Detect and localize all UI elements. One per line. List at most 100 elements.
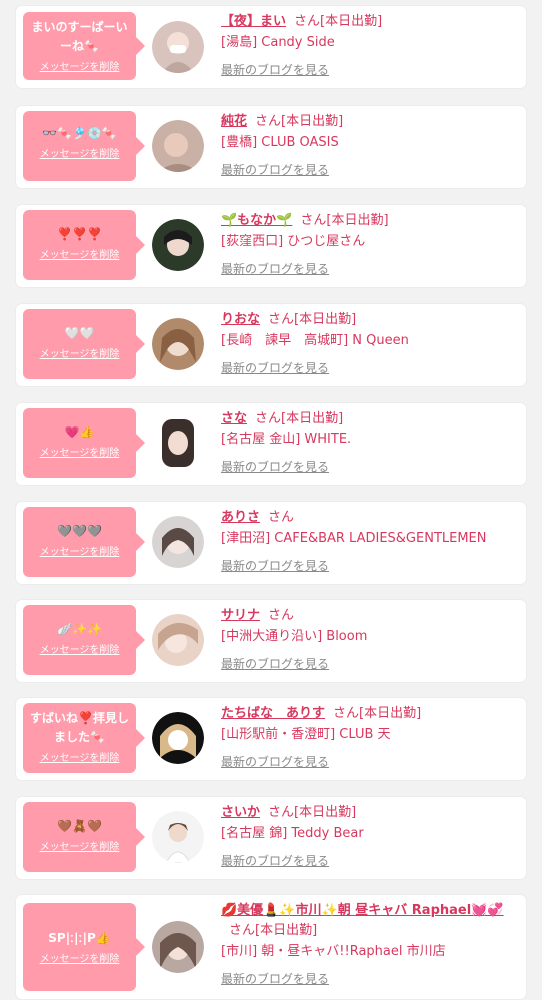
name-line: サリナ さん (221, 606, 518, 626)
girl-avatar-icon[interactable] (152, 516, 204, 568)
latest-blog-link[interactable]: 最新のブログを見る (221, 655, 329, 672)
girl-avatar-icon[interactable] (152, 417, 204, 469)
list-item: SP|ː|ː|P👍 メッセージを削除 💋美優💄✨市川✨朝 昼キャバ Raphae… (16, 895, 526, 999)
message-bubble: ❣️❣️❣️ メッセージを削除 (23, 210, 145, 280)
status-badge: [本日出勤] (255, 923, 318, 938)
girl-info: 純花 さん[本日出勤] [豊橋] CLUB OASIS 最新のブログを見る (221, 112, 518, 178)
message-text: すばいね❣️拝見しました🍬 (30, 711, 129, 744)
message-bubble: すばいね❣️拝見しました🍬 メッセージを削除 (23, 703, 145, 773)
delete-message-link[interactable]: メッセージを削除 (23, 145, 136, 160)
girl-name-link[interactable]: さな (221, 411, 247, 426)
list-item: ❣️❣️❣️ メッセージを削除 🌱もなか🌱 さん[本日出勤] [荻窪西口] ひつじ… (16, 205, 526, 287)
status-badge: [本日出勤] (320, 14, 383, 29)
list-item: 🩶🩶🩶 メッセージを削除 ありさ さん [津田沼] CAFE&BAR LADIES… (16, 502, 526, 584)
honorific: さん (268, 608, 295, 623)
name-line: りおな さん[本日出勤] (221, 310, 518, 330)
shop-name: [中洲大通り沿い] Bloom (221, 629, 368, 644)
message-text: 💗👍 (64, 425, 95, 439)
delete-message-link[interactable]: メッセージを削除 (23, 543, 136, 558)
name-line: 💋美優💄✨市川✨朝 昼キャバ Raphael💓💞 さん[本日出勤] (221, 901, 518, 941)
honorific: さん (294, 14, 321, 29)
delete-message-link[interactable]: メッセージを削除 (23, 345, 136, 360)
honorific: さん (229, 923, 256, 938)
message-text: 👓🍬🎐💿🍬 (42, 126, 117, 140)
message-bubble: まいのすーぱーいーね🍬 メッセージを削除 (23, 12, 145, 80)
girl-info: 💋美優💄✨市川✨朝 昼キャバ Raphael💓💞 さん[本日出勤] [市川] 朝・… (221, 901, 518, 987)
girl-avatar-icon[interactable] (152, 219, 204, 271)
delete-message-link[interactable]: メッセージを削除 (23, 950, 136, 965)
girl-info: りおな さん[本日出勤] [長崎 諫早 高城町] N Queen 最新のブログを見… (221, 310, 518, 376)
message-text: まいのすーぱーいーね🍬 (31, 20, 128, 53)
honorific: さん (255, 411, 282, 426)
status-badge: [本日出勤] (281, 114, 344, 129)
girl-info: サリナ さん [中洲大通り沿い] Bloom 最新のブログを見る (221, 606, 518, 672)
girl-info: さいか さん[本日出勤] [名古屋 錦] Teddy Bear 最新のブログを見る (221, 803, 518, 869)
shop-name: [津田沼] CAFE&BAR LADIES&GENTLEMEN (221, 531, 487, 546)
girl-avatar-icon[interactable] (152, 318, 204, 370)
message-bubble: 🩶🩶🩶 メッセージを削除 (23, 507, 145, 577)
delete-message-link[interactable]: メッセージを削除 (23, 246, 136, 261)
latest-blog-link[interactable]: 最新のブログを見る (221, 557, 329, 574)
girl-info: さな さん[本日出勤] [名古屋 金山] WHITE. 最新のブログを見る (221, 409, 518, 475)
girl-name-link[interactable]: さいか (221, 805, 260, 820)
status-badge: [本日出勤] (294, 312, 357, 327)
shop-name: [名古屋 錦] Teddy Bear (221, 826, 364, 841)
girl-name-link[interactable]: ありさ (221, 510, 260, 525)
girl-name-link[interactable]: サリナ (221, 608, 260, 623)
message-bubble: 🤎🧸🤎 メッセージを削除 (23, 802, 145, 872)
girl-name-link[interactable]: りおな (221, 312, 260, 327)
message-text: ❣️❣️❣️ (57, 227, 102, 241)
list-item: 🤍🤍 メッセージを削除 りおな さん[本日出勤] [長崎 諫早 高城町] N Qu… (16, 304, 526, 386)
latest-blog-link[interactable]: 最新のブログを見る (221, 61, 329, 78)
latest-blog-link[interactable]: 最新のブログを見る (221, 970, 329, 987)
delete-message-link[interactable]: メッセージを削除 (23, 749, 136, 764)
list-item: 💗👍 メッセージを削除 さな さん[本日出勤] [名古屋 金山] WHITE. 最… (16, 403, 526, 485)
girl-avatar-icon[interactable] (152, 614, 204, 666)
honorific: さん (255, 114, 282, 129)
latest-blog-link[interactable]: 最新のブログを見る (221, 458, 329, 475)
favorite-girls-list: まいのすーぱーいーね🍬 メッセージを削除 【夜】まい さん[本日出勤] [湯島] … (0, 0, 542, 1000)
latest-blog-link[interactable]: 最新のブログを見る (221, 260, 329, 277)
name-line: たちばな ありす さん[本日出勤] (221, 704, 518, 724)
shop-name: [荻窪西口] ひつじ屋さん (221, 234, 366, 249)
latest-blog-link[interactable]: 最新のブログを見る (221, 852, 329, 869)
honorific: さん (268, 510, 295, 525)
message-bubble: SP|ː|ː|P👍 メッセージを削除 (23, 903, 145, 991)
delete-message-link[interactable]: メッセージを削除 (23, 444, 136, 459)
girl-name-link[interactable]: 純花 (221, 114, 247, 129)
delete-message-link[interactable]: メッセージを削除 (23, 838, 136, 853)
shop-name: [名古屋 金山] WHITE. (221, 432, 352, 447)
message-text: SP|ː|ː|P👍 (48, 931, 111, 945)
list-item: 🤎🧸🤎 メッセージを削除 さいか さん[本日出勤] [名古屋 錦] Teddy B… (16, 797, 526, 879)
list-item: すばいね❣️拝見しました🍬 メッセージを削除 たちばな ありす さん[本日出勤] … (16, 698, 526, 780)
latest-blog-link[interactable]: 最新のブログを見る (221, 161, 329, 178)
girl-avatar-icon[interactable] (152, 21, 204, 73)
shop-name: [長崎 諫早 高城町] N Queen (221, 333, 409, 348)
name-line: さな さん[本日出勤] (221, 409, 518, 429)
message-text: 🤎🧸🤎 (57, 819, 102, 833)
girl-avatar-icon[interactable] (152, 811, 204, 863)
message-text: 🪽✨✨ (57, 622, 102, 636)
girl-name-link[interactable]: たちばな ありす (221, 706, 325, 721)
list-item: 👓🍬🎐💿🍬 メッセージを削除 純花 さん[本日出勤] [豊橋] CLUB OASI… (16, 106, 526, 188)
girl-avatar-icon[interactable] (152, 712, 204, 764)
message-bubble: 💗👍 メッセージを削除 (23, 408, 145, 478)
latest-blog-link[interactable]: 最新のブログを見る (221, 753, 329, 770)
girl-name-link[interactable]: 【夜】まい (221, 14, 286, 29)
name-line: 純花 さん[本日出勤] (221, 112, 518, 132)
delete-message-link[interactable]: メッセージを削除 (23, 58, 136, 73)
girl-info: 【夜】まい さん[本日出勤] [湯島] Candy Side 最新のブログを見る (221, 12, 518, 78)
girl-name-link[interactable]: 💋美優💄✨市川✨朝 昼キャバ Raphael💓💞 (221, 903, 504, 918)
honorific: さん (333, 706, 360, 721)
honorific: さん (300, 213, 327, 228)
delete-message-link[interactable]: メッセージを削除 (23, 641, 136, 656)
name-line: さいか さん[本日出勤] (221, 803, 518, 823)
status-badge: [本日出勤] (281, 411, 344, 426)
girl-avatar-icon[interactable] (152, 921, 204, 973)
girl-name-link[interactable]: 🌱もなか🌱 (221, 213, 292, 228)
message-text: 🩶🩶🩶 (57, 524, 102, 538)
girl-info: ありさ さん [津田沼] CAFE&BAR LADIES&GENTLEMEN 最新… (221, 508, 518, 574)
status-badge: [本日出勤] (326, 213, 389, 228)
girl-avatar-icon[interactable] (152, 120, 204, 172)
latest-blog-link[interactable]: 最新のブログを見る (221, 359, 329, 376)
